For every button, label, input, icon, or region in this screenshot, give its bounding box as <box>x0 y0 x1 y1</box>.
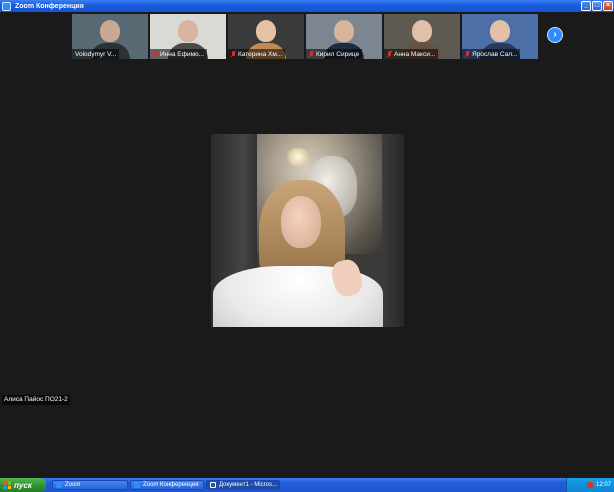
meeting-area: Volodymyr V... Инна Ефимо... Катерина Хм..… <box>0 12 614 478</box>
taskbar-item-label: Zoom <box>65 482 81 488</box>
windows-logo-icon <box>3 481 11 489</box>
thumbnail-person-face <box>490 20 510 42</box>
zoom-icon <box>134 482 140 488</box>
participant-thumbnail[interactable]: Volodymyr V... <box>72 14 148 59</box>
participant-name-label: Ярослав Сал... <box>462 49 521 59</box>
speaker-name-label: Алиса Пайос ПО21-2 <box>2 395 70 405</box>
participant-name: Катерина Хм... <box>238 50 283 58</box>
participant-thumbnail[interactable]: Анна Макси... <box>384 14 460 59</box>
participant-thumbnail[interactable]: Катерина Хм... <box>228 14 304 59</box>
thumbnail-person-face <box>334 20 354 42</box>
thumbnail-person-face <box>100 20 120 42</box>
clock: 12:07 <box>595 482 611 488</box>
video-chandelier <box>285 148 311 166</box>
close-button[interactable]: × <box>603 1 613 11</box>
taskbar-item-zoom[interactable]: Zoom <box>52 480 128 490</box>
thumbnail-person-face <box>256 20 276 42</box>
zoom-icon <box>56 482 62 488</box>
video-person-face <box>281 196 321 248</box>
participant-name: Ярослав Сал... <box>472 50 518 58</box>
participant-name: Анна Макси... <box>394 50 436 58</box>
video-door-right <box>382 134 404 327</box>
active-speaker-video[interactable] <box>211 134 404 327</box>
participant-name-label: Катерина Хм... <box>228 49 286 59</box>
start-label: пуск <box>14 480 32 490</box>
participant-strip: Volodymyr V... Инна Ефимо... Катерина Хм..… <box>72 14 538 59</box>
window-title-bar[interactable]: Zoom Конференция _ □ × <box>0 0 614 12</box>
mic-muted-icon <box>231 51 236 57</box>
participant-name-label: Volodymyr V... <box>72 49 120 59</box>
taskbar-item-label: Zoom Конференция <box>143 482 199 488</box>
participant-name-label: Кирил Сирице <box>306 49 363 59</box>
mic-muted-icon <box>153 51 158 57</box>
participant-name: Кирил Сирице <box>316 50 360 58</box>
thumbnail-person-face <box>412 20 432 42</box>
taskbar: пуск Zoom Zoom Конференция Документ1 - M… <box>0 478 614 492</box>
thumbnail-person-face <box>178 20 198 42</box>
chevron-right-icon: › <box>553 29 557 40</box>
word-icon <box>210 482 216 488</box>
mic-muted-icon <box>309 51 314 57</box>
participant-name-label: Анна Макси... <box>384 49 439 59</box>
minimize-button[interactable]: _ <box>581 1 591 11</box>
window-controls: _ □ × <box>581 1 613 11</box>
maximize-button[interactable]: □ <box>592 1 602 11</box>
mic-muted-icon <box>387 51 392 57</box>
security-shield-icon[interactable] <box>586 482 593 488</box>
participant-name: Volodymyr V... <box>75 50 117 58</box>
participant-name-label: Инна Ефимо... <box>150 49 208 59</box>
participant-thumbnail[interactable]: Ярослав Сал... <box>462 14 538 59</box>
start-button[interactable]: пуск <box>0 478 46 492</box>
participant-thumbnail[interactable]: Инна Ефимо... <box>150 14 226 59</box>
taskbar-item-zoom-conference[interactable]: Zoom Конференция <box>130 480 204 490</box>
next-page-button[interactable]: › <box>547 27 563 43</box>
zoom-app-icon <box>2 1 11 11</box>
taskbar-item-word-document[interactable]: Документ1 - Micros... <box>206 480 280 490</box>
system-tray: 12:07 <box>566 478 614 492</box>
mic-muted-icon <box>465 51 470 57</box>
participant-name: Инна Ефимо... <box>160 50 205 58</box>
participant-thumbnail[interactable]: Кирил Сирице <box>306 14 382 59</box>
taskbar-item-label: Документ1 - Micros... <box>219 482 277 488</box>
window-title: Zoom Конференция <box>15 2 84 10</box>
